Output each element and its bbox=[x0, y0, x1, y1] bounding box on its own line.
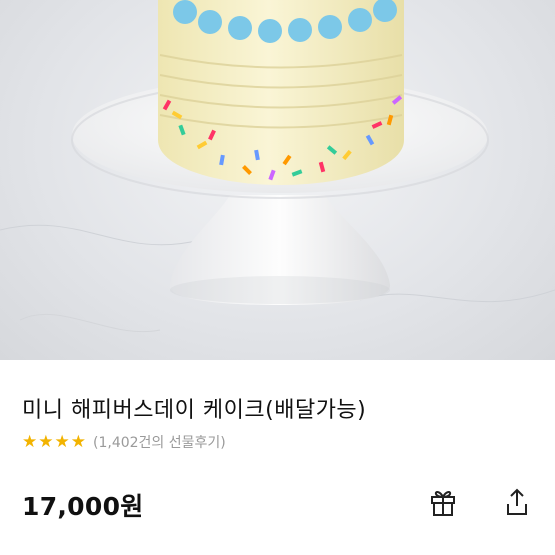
star-icon: ★ bbox=[70, 431, 86, 452]
product-image[interactable] bbox=[0, 0, 555, 360]
action-buttons bbox=[425, 484, 535, 520]
cake-on-stand-illustration bbox=[0, 0, 555, 332]
product-detail-page: 미니 해피버스데이 케이크(배달가능) ★ ★ ★ ★ (1,402건의 선물후… bbox=[0, 0, 555, 555]
product-info-panel bbox=[0, 360, 555, 555]
share-icon bbox=[507, 488, 527, 515]
product-price: 17,000원 bbox=[22, 492, 144, 521]
rating-stars: ★ ★ ★ ★ bbox=[22, 431, 86, 452]
star-icon: ★ bbox=[54, 431, 70, 452]
star-icon: ★ bbox=[38, 431, 54, 452]
star-icon: ★ bbox=[22, 431, 38, 452]
share-button[interactable] bbox=[499, 484, 535, 520]
product-title: 미니 해피버스데이 케이크(배달가능) bbox=[22, 398, 367, 423]
gift-icon bbox=[431, 491, 455, 516]
rating-row[interactable]: ★ ★ ★ ★ (1,402건의 선물후기) bbox=[22, 432, 226, 452]
gift-button[interactable] bbox=[425, 484, 461, 520]
review-count-link[interactable]: (1,402건의 선물후기) bbox=[93, 432, 226, 452]
